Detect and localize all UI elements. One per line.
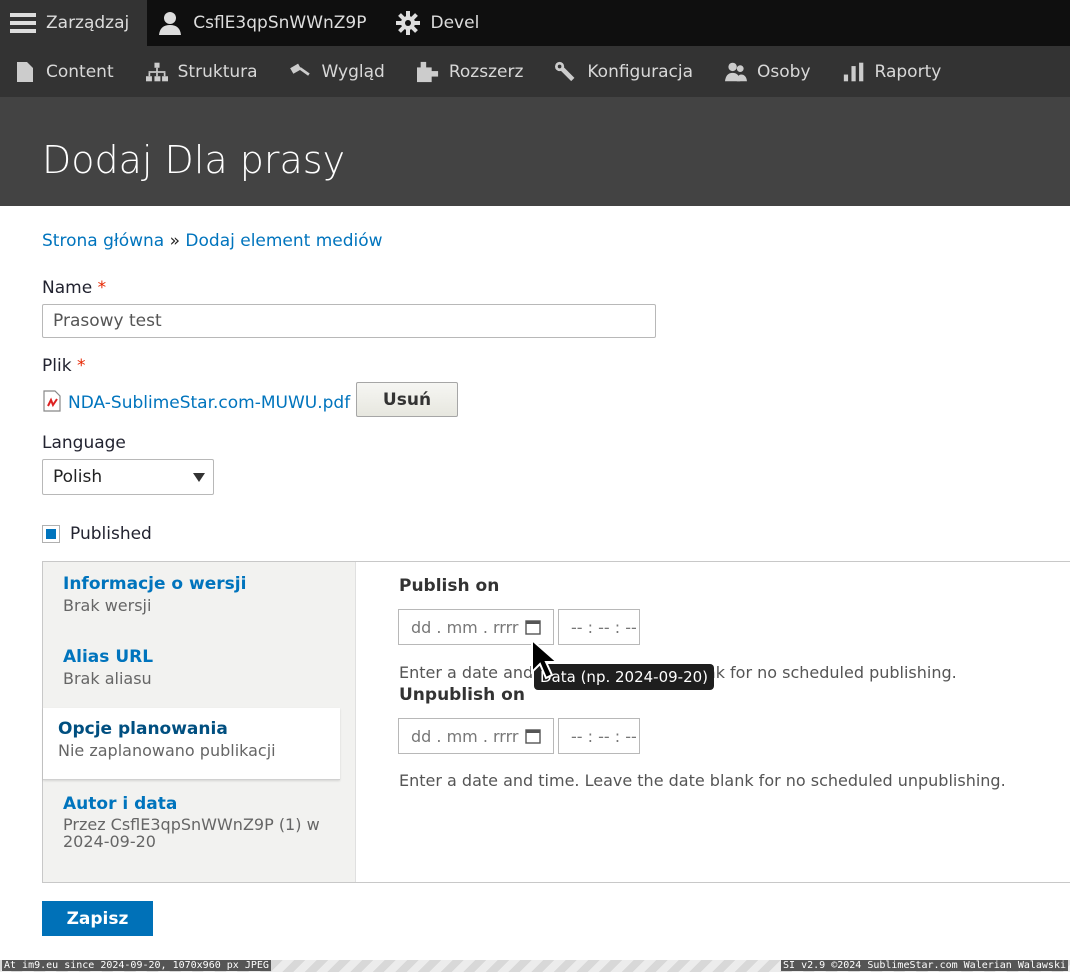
- menu-structure[interactable]: Struktura: [145, 61, 258, 83]
- vertical-tabs-nav: Informacje o wersji Brak wersji Alias UR…: [43, 562, 356, 882]
- file-link[interactable]: NDA-SublimeStar.com-MUWU.pdf: [68, 393, 350, 413]
- breadcrumb: Strona główna » Dodaj element mediów: [42, 231, 383, 251]
- vtab-revision[interactable]: Informacje o wersji Brak wersji: [43, 574, 355, 615]
- menu-config-label: Konfiguracja: [587, 61, 694, 82]
- user-menu[interactable]: CsflE3qpSnWWnZ9P: [147, 0, 384, 46]
- menu-appearance-label: Wygląd: [321, 61, 385, 82]
- time-placeholder: -- : -- : --: [571, 617, 637, 637]
- vtab-author[interactable]: Autor i data Przez CsflE3qpSnWWnZ9P (1) …: [43, 794, 323, 850]
- vertical-tabs: Informacje o wersji Brak wersji Alias UR…: [42, 561, 1070, 883]
- watermark-strip: At im9.eu since 2024-09-20, 1070x960 px …: [0, 960, 1070, 972]
- menu-config[interactable]: Konfiguracja: [555, 61, 693, 83]
- breadcrumb-home[interactable]: Strona główna: [42, 231, 164, 251]
- manage-label: Zarządzaj: [46, 13, 130, 33]
- time-placeholder: -- : -- : --: [571, 726, 637, 746]
- puzzle-icon: [416, 61, 439, 83]
- devel-label: Devel: [430, 13, 480, 33]
- remove-button[interactable]: Usuń: [356, 382, 458, 417]
- menu-content-label: Content: [46, 61, 114, 82]
- language-value: Polish: [53, 467, 103, 487]
- calendar-icon[interactable]: [525, 728, 541, 748]
- save-button[interactable]: Zapisz: [42, 901, 153, 936]
- language-label: Language: [42, 433, 126, 453]
- hamburger-icon: [10, 10, 36, 36]
- chevron-down-icon: [193, 473, 205, 482]
- menu-people[interactable]: Osoby: [725, 61, 811, 83]
- vtab-summary: Brak aliasu: [63, 669, 152, 688]
- required-mark: *: [76, 356, 86, 376]
- vtab-title: Autor i data: [63, 794, 178, 814]
- wrench-icon: [555, 61, 577, 83]
- name-label-text: Name: [42, 278, 93, 298]
- required-mark: *: [97, 278, 107, 298]
- vtab-summary: Brak wersji: [63, 596, 152, 615]
- published-label: Published: [70, 524, 152, 544]
- published-checkbox[interactable]: [42, 525, 60, 543]
- menu-appearance[interactable]: Wygląd: [289, 61, 385, 83]
- watermark-left: At im9.eu since 2024-09-20, 1070x960 px …: [2, 960, 271, 971]
- name-input[interactable]: [42, 304, 656, 338]
- bar-chart-icon: [843, 61, 865, 83]
- date-tooltip: Data (np. 2024-09-20): [534, 664, 715, 690]
- unpublish-description: Enter a date and time. Leave the date bl…: [399, 771, 1006, 790]
- watermark-right: SI v2.9 ©2024 SublimeStar.com Walerian W…: [781, 960, 1068, 971]
- vtab-summary: Przez CsflE3qpSnWWnZ9P (1) w 2024-09-20: [63, 815, 320, 851]
- sitemap-icon: [145, 61, 168, 83]
- menu-structure-label: Struktura: [177, 61, 258, 82]
- page-title: Dodaj Dla prasy: [42, 138, 346, 182]
- menu-reports[interactable]: Raporty: [843, 61, 942, 83]
- brush-icon: [289, 61, 312, 83]
- publish-on-label: Publish on: [399, 576, 500, 596]
- vtab-summary: Nie zaplanowano publikacji: [58, 741, 276, 760]
- file-label: Plik *: [42, 356, 85, 376]
- date-placeholder: dd . mm . rrrr: [411, 617, 519, 637]
- mouse-cursor-icon: [530, 637, 560, 684]
- language-select[interactable]: Polish: [42, 459, 214, 495]
- people-icon: [725, 61, 748, 83]
- toolbar-bar: Zarządzaj CsflE3qpSnWWnZ9P Devel: [0, 0, 1070, 46]
- date-placeholder: dd . mm . rrrr: [411, 726, 519, 746]
- vtab-title: Alias URL: [63, 647, 154, 667]
- menu-extend[interactable]: Rozszerz: [416, 61, 524, 83]
- publish-time-input[interactable]: -- : -- : --: [558, 609, 640, 645]
- user-icon: [157, 10, 183, 36]
- checked-indicator: [46, 529, 56, 539]
- pdf-icon: [42, 390, 62, 416]
- user-label: CsflE3qpSnWWnZ9P: [193, 13, 367, 33]
- menu-people-label: Osoby: [757, 61, 811, 82]
- breadcrumb-separator: »: [169, 231, 180, 251]
- admin-menu: Content Struktura Wygląd Rozszerz Konfig…: [0, 46, 1070, 97]
- vtab-url-alias[interactable]: Alias URL Brak aliasu: [43, 647, 355, 688]
- unpublish-time-input[interactable]: -- : -- : --: [558, 718, 640, 754]
- vtab-title: Informacje o wersji: [63, 574, 247, 594]
- file-label-text: Plik: [42, 356, 72, 376]
- publish-desc-part: nk for no scheduled publishing.: [705, 663, 957, 682]
- menu-content[interactable]: Content: [14, 61, 114, 83]
- calendar-icon[interactable]: [525, 619, 541, 639]
- vtab-title: Opcje planowania: [58, 719, 228, 739]
- publish-desc-part: Enter a date and t: [399, 663, 545, 682]
- menu-extend-label: Rozszerz: [448, 61, 524, 82]
- gear-icon: [395, 10, 421, 36]
- vtab-scheduling[interactable]: Opcje planowania Nie zaplanowano publika…: [43, 708, 340, 780]
- manage-toggle[interactable]: Zarządzaj: [0, 0, 148, 46]
- name-label: Name *: [42, 278, 106, 298]
- file-row: NDA-SublimeStar.com-MUWU.pdf: [42, 390, 350, 416]
- unpublish-date-input[interactable]: dd . mm . rrrr: [398, 718, 554, 754]
- published-row: Published: [42, 524, 152, 544]
- file-icon: [14, 61, 36, 83]
- menu-reports-label: Raporty: [874, 61, 942, 82]
- devel-menu[interactable]: Devel: [385, 0, 498, 46]
- breadcrumb-add-media[interactable]: Dodaj element mediów: [185, 231, 382, 251]
- unpublish-on-label: Unpublish on: [399, 685, 525, 705]
